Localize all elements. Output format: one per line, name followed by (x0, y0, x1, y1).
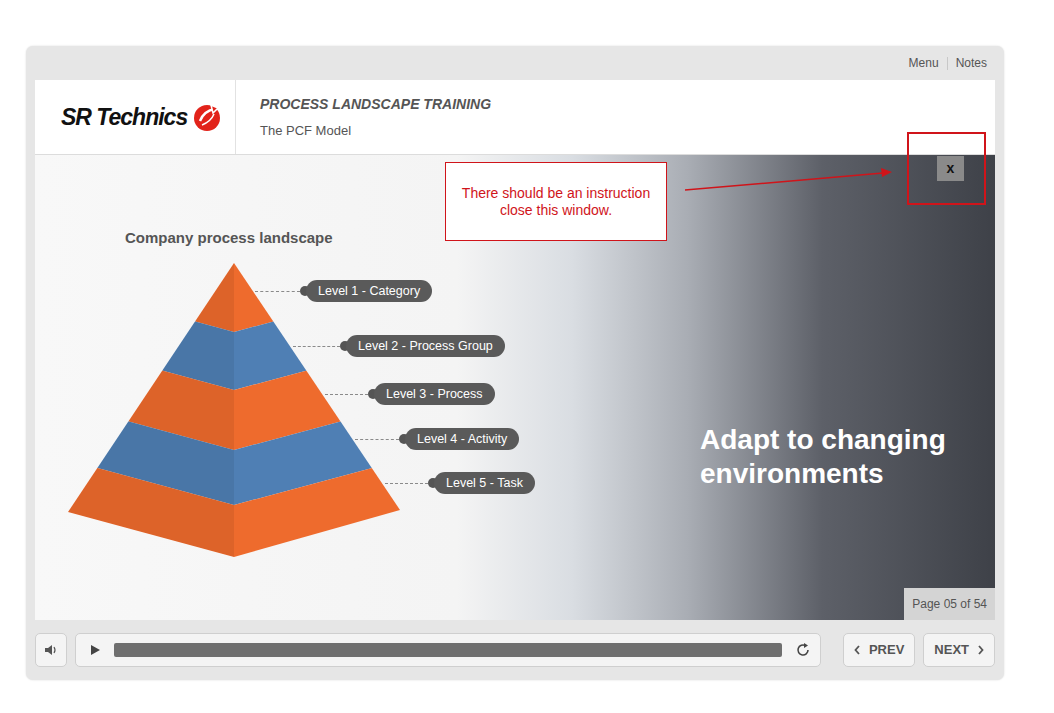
level-pill: Level 2 - Process Group (346, 335, 505, 357)
top-links: Menu Notes (35, 46, 995, 80)
progress-track[interactable] (114, 643, 782, 657)
leader-line (325, 394, 368, 395)
volume-button[interactable] (35, 633, 67, 667)
prev-label: PREV (869, 640, 904, 660)
player-window: Menu Notes SR Technics PROCESS LANDSCAPE… (26, 46, 1004, 680)
next-label: NEXT (934, 640, 969, 660)
level-label: Level 4 - Activity (355, 428, 519, 450)
level-pill: Level 3 - Process (374, 383, 495, 405)
logo-icon (191, 101, 223, 133)
course-title: PROCESS LANDSCAPE TRAINING (260, 94, 491, 115)
level-label: Level 1 - Category (255, 280, 432, 302)
course-subtitle: The PCF Model (260, 121, 491, 141)
close-button[interactable]: x (937, 156, 964, 181)
pyramid-level (35, 201, 435, 332)
leader-line (293, 346, 340, 347)
leader-line (255, 291, 300, 292)
level-pill: Level 5 - Task (434, 472, 535, 494)
prev-button[interactable]: PREV (843, 633, 915, 667)
player-bar (75, 633, 821, 667)
pyramid-level (35, 278, 435, 390)
page-counter: Page 05 of 54 (904, 588, 995, 620)
controls: PREV NEXT (35, 632, 995, 668)
diagram-title: Company process landscape (125, 227, 333, 250)
annotation-text: There should be an instruction close thi… (452, 185, 660, 219)
level-label: Level 2 - Process Group (293, 335, 505, 357)
leader-line (355, 439, 399, 440)
leader-line (385, 483, 428, 484)
play-icon[interactable] (88, 643, 102, 657)
level-label: Level 5 - Task (385, 472, 535, 494)
replay-icon[interactable] (794, 641, 812, 659)
next-button[interactable]: NEXT (923, 633, 995, 667)
logo: SR Technics (35, 80, 236, 154)
notes-link[interactable]: Notes (956, 54, 987, 72)
progress-fill (114, 643, 782, 657)
chevron-right-icon (977, 645, 984, 655)
pyramid-diagram (35, 155, 455, 575)
annotation-callout: There should be an instruction close thi… (445, 162, 667, 241)
header: SR Technics PROCESS LANDSCAPE TRAINING T… (35, 80, 995, 155)
speaker-icon (44, 644, 58, 656)
logo-text: SR Technics (61, 100, 187, 135)
chevron-left-icon (854, 645, 861, 655)
level-pill: Level 1 - Category (306, 280, 432, 302)
level-label: Level 3 - Process (325, 383, 495, 405)
menu-link[interactable]: Menu (909, 54, 939, 72)
annotation-highlight (907, 132, 986, 205)
level-pill: Level 4 - Activity (405, 428, 519, 450)
headline: Adapt to changing environments (700, 423, 995, 491)
